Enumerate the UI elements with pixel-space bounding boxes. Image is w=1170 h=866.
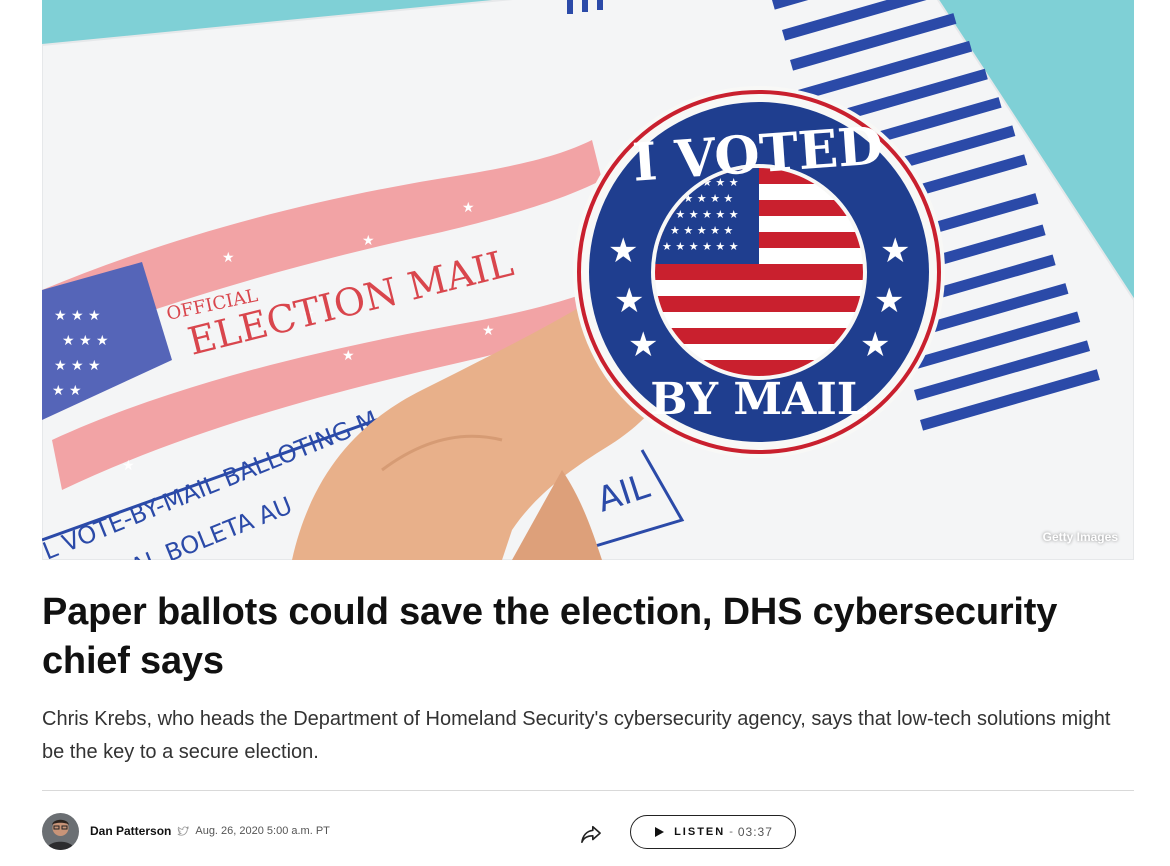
share-arrow-icon [581, 825, 601, 843]
svg-text:BY MAIL: BY MAIL [650, 374, 868, 425]
svg-text:★ ★ ★ ★ ★ ★: ★ ★ ★ ★ ★ ★ [662, 240, 739, 253]
svg-text:★ ★ ★: ★ ★ ★ [54, 358, 101, 374]
publish-date: Aug. 26, 2020 5:00 a.m. PT [195, 825, 330, 837]
svg-text:★: ★ [362, 233, 375, 249]
article-headline: Paper ballots could save the election, D… [42, 591, 1058, 682]
listen-button[interactable]: LISTEN - 03:37 [630, 815, 796, 849]
svg-text:★: ★ [614, 281, 644, 321]
image-credit: Getty Images [1042, 530, 1118, 544]
play-icon [653, 826, 665, 838]
svg-text:★: ★ [222, 250, 235, 266]
ballot-photo: ★ ★ ★ ★ ★ ★ ★ ★ ★ ★ ★ ★ ★ ★ ★ ★ ★ ★ OFFI… [42, 0, 1134, 560]
listen-label: LISTEN [674, 826, 726, 838]
author-avatar[interactable] [42, 812, 79, 850]
author-name[interactable]: Dan Patterson [90, 824, 171, 838]
svg-text:★: ★ [880, 231, 910, 271]
svg-text:★: ★ [874, 281, 904, 321]
svg-text:★: ★ [628, 325, 658, 365]
twitter-icon[interactable] [177, 825, 190, 837]
share-button[interactable] [578, 822, 604, 846]
byline: Dan Patterson Aug. 26, 2020 5:00 a.m. PT [42, 812, 330, 850]
svg-text:★: ★ [482, 323, 495, 339]
svg-text:★ ★: ★ ★ [52, 383, 82, 399]
article-dek: Chris Krebs, who heads the Department of… [42, 708, 1111, 763]
listen-separator: - [729, 826, 733, 838]
svg-text:★ ★ ★ ★ ★: ★ ★ ★ ★ ★ [670, 224, 733, 237]
svg-text:★: ★ [462, 200, 475, 216]
hero-image: ★ ★ ★ ★ ★ ★ ★ ★ ★ ★ ★ ★ ★ ★ ★ ★ ★ ★ OFFI… [42, 0, 1134, 560]
listen-duration: 03:37 [737, 825, 773, 839]
svg-text:★ ★ ★: ★ ★ ★ [54, 308, 101, 324]
svg-text:★ ★ ★: ★ ★ ★ [62, 333, 109, 349]
svg-text:★: ★ [860, 325, 890, 365]
i-voted-sticker: ★ ★ ★ ★ ★ ★ ★ ★ ★ ★ ★ ★ ★ ★ ★ ★ ★ ★ ★ ★ … [573, 86, 945, 458]
svg-text:★: ★ [122, 458, 135, 474]
svg-text:★: ★ [608, 231, 638, 271]
svg-text:★: ★ [342, 348, 355, 364]
divider [42, 790, 1134, 791]
